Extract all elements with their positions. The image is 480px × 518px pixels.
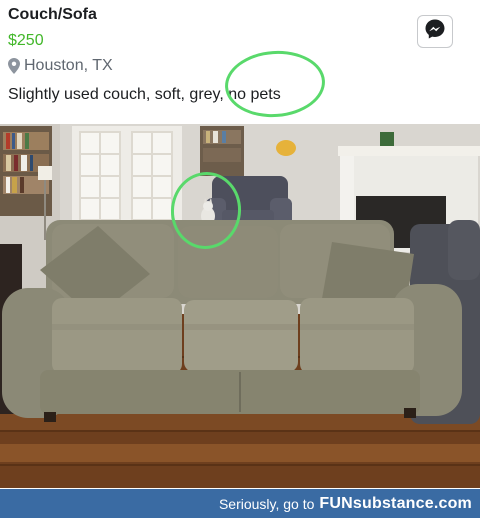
message-seller-button[interactable] — [417, 15, 453, 48]
footer-tagline: Seriously, go to — [218, 495, 315, 512]
french-doors — [72, 126, 182, 226]
messenger-icon — [424, 18, 446, 45]
location-pin-icon — [8, 58, 20, 74]
listing-description: Slightly used couch, soft, grey, no pets — [8, 86, 281, 103]
watermark-footer: Seriously, go to FUNsubstance.com — [0, 489, 480, 518]
listing-location: Houston, TX — [8, 57, 113, 75]
listing-price: $250 — [8, 32, 44, 49]
listing-title: Couch/Sofa — [8, 6, 97, 23]
couch — [2, 220, 462, 422]
footer-brand: FUNsubstance.com — [319, 494, 472, 512]
annotation-circle-no-pets — [222, 47, 328, 121]
listing-photo — [0, 124, 480, 488]
location-text: Houston, TX — [24, 57, 113, 74]
